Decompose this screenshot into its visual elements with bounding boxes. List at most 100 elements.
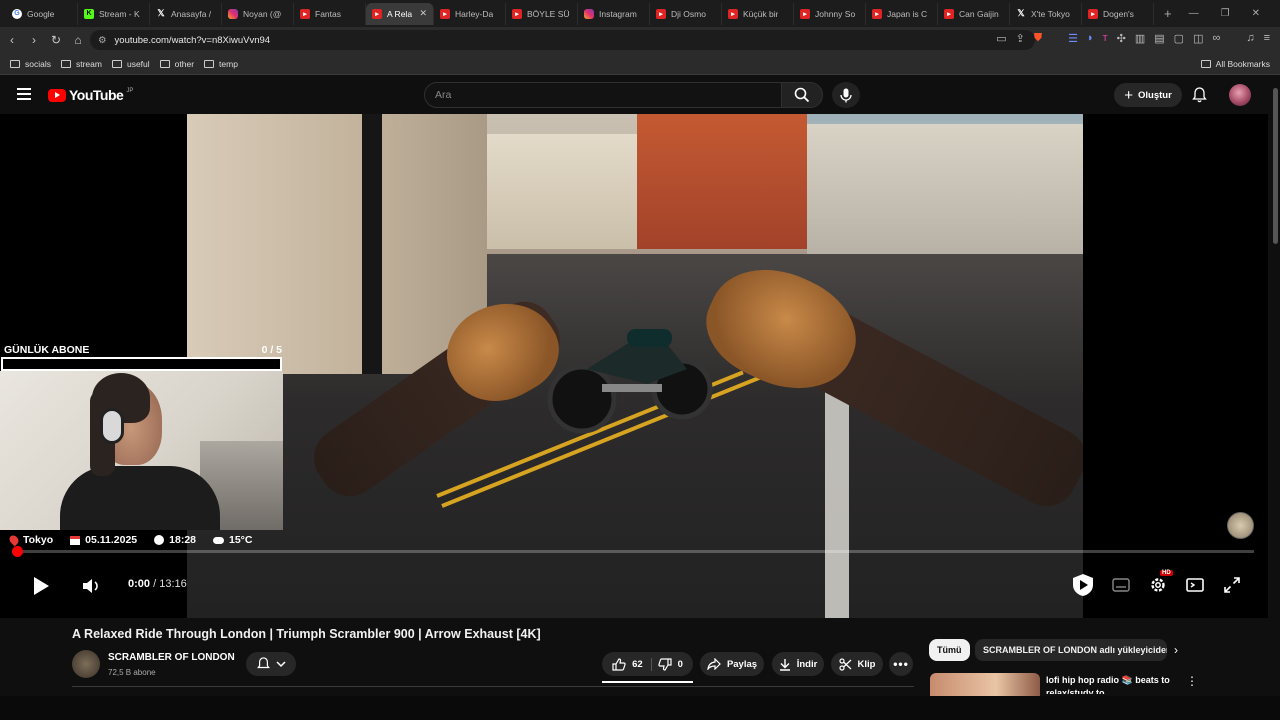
youtube-logo[interactable]: YouTube JP — [48, 87, 133, 103]
url-field[interactable]: ⚙ youtube.com/watch?v=n8XiwuVvn94 — [90, 30, 1035, 50]
browser-tab[interactable]: K Stream - K — [78, 2, 150, 25]
browser-tab[interactable]: Noyan (@ — [222, 2, 294, 25]
chip-all[interactable]: Tümü — [929, 639, 970, 661]
video-motorcycle — [547, 329, 713, 434]
all-bookmarks[interactable]: All Bookmarks — [1200, 59, 1270, 69]
volume-icon — [83, 579, 98, 593]
create-button[interactable]: + Oluştur — [1114, 83, 1182, 107]
browser-tab[interactable]: ▸ BÖYLE SÜ — [506, 2, 578, 25]
extension-audio-icon[interactable]: ◗ — [1087, 32, 1094, 45]
url-text: youtube.com/watch?v=n8XiwuVvn94 — [114, 34, 271, 46]
progress-bar[interactable] — [14, 550, 1254, 553]
extensions-puzzle-icon[interactable]: ✣ — [1117, 32, 1126, 45]
subscribed-notifications-button[interactable] — [246, 652, 296, 676]
browser-tab[interactable]: ▸ Fantas — [294, 2, 366, 25]
recommended-video-title[interactable]: lofi hip hop radio 📚 beats to relax/stud… — [1046, 674, 1176, 694]
more-actions-button[interactable]: ••• — [889, 652, 913, 676]
bookmark-folder-useful[interactable]: useful — [111, 59, 150, 69]
share-button[interactable]: Paylaş — [700, 652, 764, 676]
youtube-play-logo-icon — [48, 88, 66, 102]
bookmark-folder-temp[interactable]: temp — [204, 59, 238, 69]
subtitles-button[interactable] — [1111, 577, 1131, 593]
browser-tab[interactable]: G Google — [6, 2, 78, 25]
menu-icon[interactable]: ≡ — [1264, 32, 1270, 45]
chevron-right-icon[interactable]: › — [1174, 643, 1178, 657]
brave-shield-icon[interactable]: ⛊ — [1034, 32, 1042, 45]
search-input[interactable]: Ara — [424, 82, 782, 108]
channel-watermark[interactable] — [1227, 512, 1254, 539]
browser-tab-label: Johnny So — [815, 8, 856, 19]
page-scrollbar[interactable] — [1270, 76, 1280, 696]
browser-tab[interactable]: 𝕏 X'te Tokyo — [1010, 2, 1082, 25]
home-icon[interactable]: ⌂ — [68, 33, 88, 47]
video-player[interactable]: GÜNLÜK ABONE 0 / 5 Tokyo 05.11.2025 18:2… — [0, 114, 1268, 618]
browser-tab[interactable]: ▸ Harley-Da — [434, 2, 506, 25]
browser-tab-label: Stream - K — [99, 8, 140, 19]
bookmark-folder-stream[interactable]: stream — [60, 59, 102, 69]
video-frame[interactable] — [187, 114, 1083, 618]
thumbs-up-icon — [612, 657, 626, 671]
browser-tab[interactable]: ▸ Dogen's — [1082, 2, 1154, 25]
minimize-icon[interactable]: — — [1189, 8, 1199, 19]
channel-name[interactable]: SCRAMBLER OF LONDON — [108, 652, 235, 663]
play-icon — [34, 577, 49, 595]
media-icon[interactable]: ♫ — [1246, 32, 1254, 45]
restore-icon[interactable]: ❐ — [1221, 8, 1230, 19]
autoplay-toggle[interactable] — [1071, 573, 1095, 597]
account-avatar[interactable] — [1229, 84, 1251, 106]
clip-button[interactable]: Klip — [831, 652, 883, 676]
scrubber-handle[interactable] — [12, 546, 23, 557]
reader-icon[interactable]: ▤ — [1154, 32, 1164, 45]
reload-icon[interactable]: ↻ — [46, 33, 66, 47]
voice-search-button[interactable] — [832, 82, 860, 108]
fullscreen-button[interactable] — [1222, 576, 1242, 594]
search-button[interactable] — [781, 82, 823, 108]
cast-icon[interactable]: ▭ — [996, 32, 1006, 45]
browser-tab[interactable]: ▸ Johnny So — [794, 2, 866, 25]
bookmark-folder-socials[interactable]: socials — [10, 59, 51, 69]
site-info-icon[interactable]: ⚙ — [98, 35, 107, 46]
dislike-button[interactable]: 0 — [657, 657, 683, 671]
forward-icon[interactable]: › — [24, 33, 44, 47]
like-button[interactable]: 62 — [612, 657, 652, 671]
bookmark-folder-other[interactable]: other — [159, 59, 194, 69]
guide-menu-icon[interactable] — [17, 88, 31, 103]
share-page-icon[interactable]: ⇪ — [1016, 32, 1025, 45]
browser-tab-label: Instagram — [599, 8, 637, 19]
close-tab-icon[interactable]: ✕ — [419, 8, 427, 19]
wallet-icon[interactable]: ◫ — [1193, 32, 1203, 45]
theater-mode-button[interactable] — [1185, 577, 1205, 593]
browser-tab[interactable]: ▸ Küçük bir — [722, 2, 794, 25]
current-time: 0:00 — [128, 578, 151, 590]
extension-t-icon[interactable]: ᴛ — [1103, 32, 1108, 45]
browser-tab[interactable]: Instagram — [578, 2, 650, 25]
close-window-icon[interactable]: ✕ — [1252, 8, 1260, 19]
tab-bar: G Google K Stream - K 𝕏 Anasayfa / Noyan (@ ▸ Fa… — [0, 0, 1280, 27]
browser-tab[interactable]: ▸ A Rela ✕ — [366, 2, 434, 25]
notifications-bell-icon[interactable] — [1192, 87, 1207, 108]
more-vertical-icon[interactable]: ⋮ — [1186, 674, 1198, 688]
scrollbar-thumb[interactable] — [1273, 88, 1278, 244]
chip-from-uploader[interactable]: SCRAMBLER OF LONDON adlı yükleyiciden — [975, 639, 1167, 661]
google-icon: G — [12, 8, 22, 19]
link-icon[interactable]: ∞ — [1212, 32, 1220, 45]
channel-avatar[interactable] — [72, 650, 100, 678]
volume-button[interactable] — [80, 576, 102, 596]
new-tab-icon[interactable]: + — [1164, 6, 1172, 21]
back-icon[interactable]: ‹ — [2, 33, 22, 47]
settings-button[interactable] — [1148, 575, 1168, 595]
browser-tab[interactable]: ▸ Can Gaijin — [938, 2, 1010, 25]
bottom-strip — [0, 696, 1280, 720]
folder-icon — [204, 59, 215, 68]
play-button[interactable] — [30, 574, 52, 598]
extension-list-icon[interactable]: ☰ — [1068, 32, 1078, 45]
browser-tab[interactable]: ▸ Dji Osmo — [650, 2, 722, 25]
folder-icon — [10, 59, 20, 68]
download-button[interactable]: İndir — [772, 652, 824, 676]
browser-tab-label: Dji Osmo — [671, 8, 706, 19]
screenshot-icon[interactable]: ▢ — [1174, 32, 1184, 45]
browser-tab[interactable]: 𝕏 Anasayfa / — [150, 2, 222, 25]
browser-tab[interactable]: ▸ Japan is C — [866, 2, 938, 25]
sidebar-icon[interactable]: ▥ — [1135, 32, 1145, 45]
youtube-icon: ▸ — [372, 8, 382, 19]
